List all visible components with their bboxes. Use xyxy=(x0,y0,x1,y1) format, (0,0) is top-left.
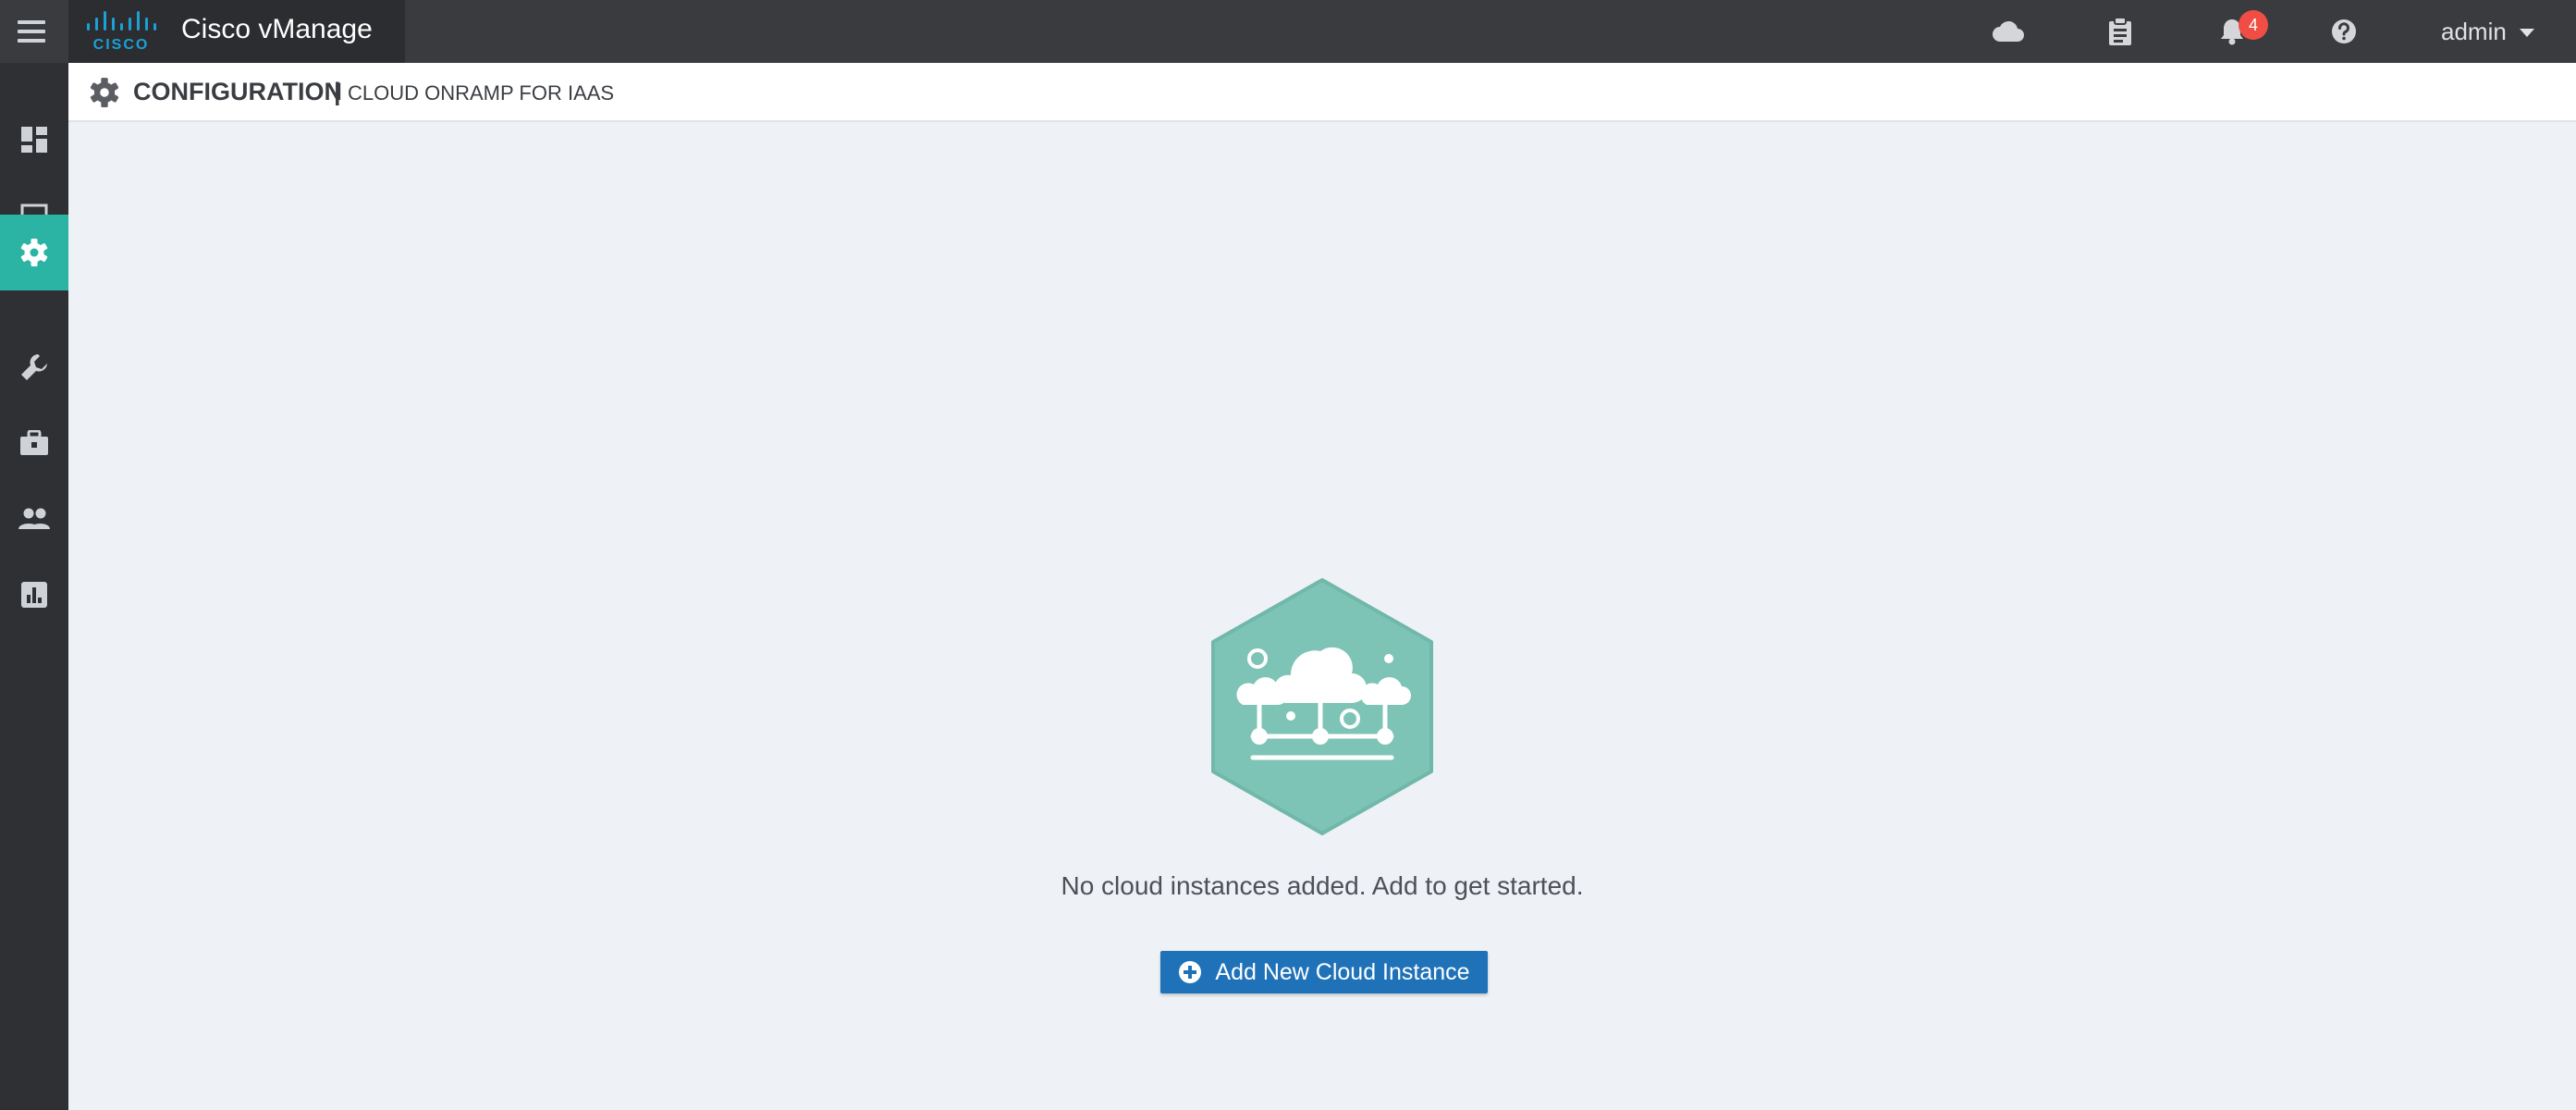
maintenance-briefcase-icon xyxy=(20,430,48,455)
app-title: Cisco vManage xyxy=(181,14,373,44)
sidebar-item-analytics[interactable] xyxy=(0,557,68,633)
username-label: admin xyxy=(2441,17,2507,45)
empty-state-message: No cloud instances added. Add to get sta… xyxy=(1061,871,1584,900)
sidebar-item-dashboard[interactable] xyxy=(0,102,68,178)
notification-count-badge: 4 xyxy=(2239,10,2268,40)
sidebar-item-configuration[interactable] xyxy=(0,215,68,290)
tools-wrench-icon xyxy=(21,354,47,380)
add-new-cloud-instance-button[interactable]: Add New Cloud Instance xyxy=(1160,951,1488,993)
sidebar-item-maintenance[interactable] xyxy=(0,405,68,481)
plus-circle-icon xyxy=(1179,961,1202,983)
gear-icon xyxy=(90,78,119,107)
dashboard-icon xyxy=(21,127,47,153)
sidebar xyxy=(0,63,68,1110)
sidebar-item-administration[interactable] xyxy=(0,481,68,557)
hamburger-menu-icon[interactable] xyxy=(0,0,63,63)
svg-text:CISCO: CISCO xyxy=(93,37,150,53)
breadcrumb-subsection: CLOUD ONRAMP FOR IAAS xyxy=(348,81,615,105)
administration-users-icon xyxy=(18,508,50,529)
user-menu[interactable]: admin xyxy=(2441,13,2534,50)
add-new-cloud-instance-label: Add New Cloud Instance xyxy=(1215,958,1470,985)
sidebar-item-tools[interactable] xyxy=(0,329,68,405)
cloud-icon[interactable] xyxy=(1990,13,2027,50)
configuration-gear-icon xyxy=(20,239,48,266)
top-bar: CISCO Cisco vManage 4 admin xyxy=(0,0,2576,63)
chevron-down-icon xyxy=(2519,28,2534,37)
clipboard-icon[interactable] xyxy=(2102,13,2139,50)
help-icon[interactable] xyxy=(2325,13,2362,50)
breadcrumb-section: CONFIGURATION xyxy=(133,78,342,105)
breadcrumb-separator: | xyxy=(334,78,341,105)
cloud-network-illustration-icon xyxy=(1211,578,1433,835)
analytics-chart-icon xyxy=(21,582,47,608)
page-header: CONFIGURATION | CLOUD ONRAMP FOR IAAS xyxy=(68,63,2576,122)
cisco-logo: CISCO xyxy=(87,11,156,53)
